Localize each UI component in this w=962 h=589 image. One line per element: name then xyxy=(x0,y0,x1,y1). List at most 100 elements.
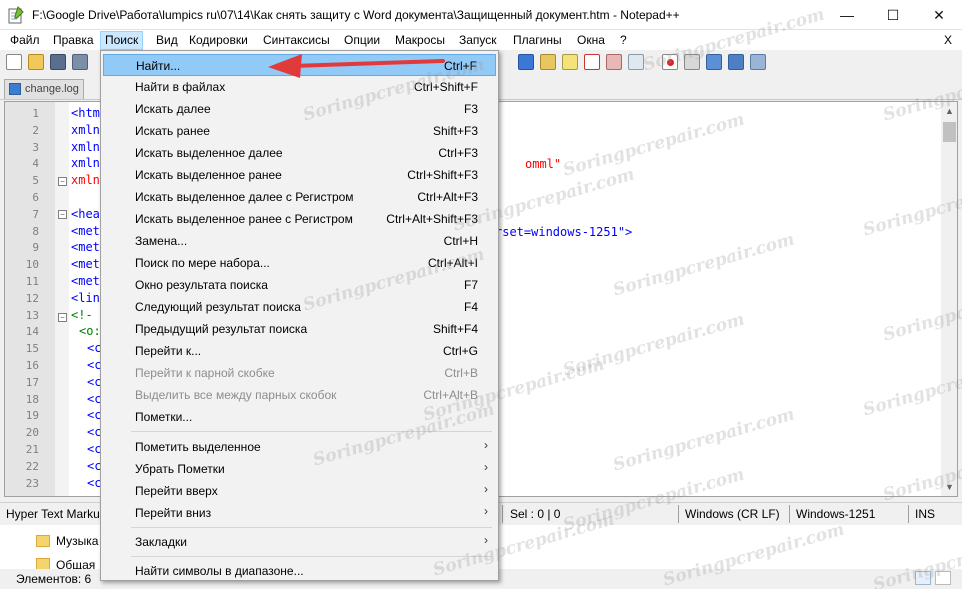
menu-item-label: Замена... xyxy=(135,234,188,248)
menu-run[interactable]: Запуск xyxy=(455,32,501,50)
menu-item-label: Перейти вниз xyxy=(135,506,212,520)
submenu-item-2[interactable]: Перейти вверх › xyxy=(103,480,496,502)
save-macro-icon[interactable] xyxy=(750,54,766,70)
fold-toggle-icon[interactable]: − xyxy=(58,313,67,322)
menu-item-1[interactable]: Найти в файлах Ctrl+Shift+F xyxy=(103,76,496,98)
menu-item-shortcut: F7 xyxy=(463,278,478,292)
menu-item-shortcut: F4 xyxy=(463,300,478,314)
menu-encoding[interactable]: Кодировки xyxy=(185,32,252,50)
line-number: 11 xyxy=(25,275,39,288)
menu-macros[interactable]: Макросы xyxy=(391,32,449,50)
close-document-button[interactable]: X xyxy=(944,33,952,47)
submenu-item-3[interactable]: Перейти вниз › xyxy=(103,502,496,524)
line-number: 1 xyxy=(32,107,39,120)
menu-item-2[interactable]: Искать далее F3 xyxy=(103,98,496,120)
monitoring-eye-icon[interactable] xyxy=(628,54,644,70)
record-macro-icon[interactable] xyxy=(662,54,678,70)
menu-edit[interactable]: Правка xyxy=(49,32,98,50)
menu-plugins[interactable]: Плагины xyxy=(509,32,566,50)
menu-item-6[interactable]: Искать выделенное далее с Регистром Ctrl+… xyxy=(103,186,496,208)
menu-view[interactable]: Вид xyxy=(152,32,182,50)
submenu-arrow-icon: › xyxy=(484,533,488,547)
menu-item-15[interactable]: Выделить все между парных скобок Ctrl+Alt… xyxy=(103,384,496,406)
menu-item-find-chars[interactable]: Найти символы в диапазоне... xyxy=(103,560,496,582)
line-number: 22 xyxy=(25,459,39,473)
line-number: 12 xyxy=(25,291,39,305)
menu-item-12[interactable]: Предыдущий результат поиска Shift+F4 xyxy=(103,318,496,340)
vertical-scrollbar[interactable]: ▲ ▼ xyxy=(941,102,957,496)
show-all-chars-icon[interactable] xyxy=(540,54,556,70)
code-line: xmln xyxy=(71,173,100,188)
menu-separator xyxy=(131,527,492,528)
line-number: 13 xyxy=(25,308,39,322)
menu-item-label: Выделить все между парных скобок xyxy=(135,388,337,402)
minimize-button[interactable]: — xyxy=(824,0,870,30)
menu-item-16[interactable]: Пометки... xyxy=(103,406,496,428)
menu-item-14[interactable]: Перейти к парной скобке Ctrl+B xyxy=(103,362,496,384)
menu-item-3[interactable]: Искать ранее Shift+F3 xyxy=(103,120,496,142)
menu-item-shortcut: Ctrl+Alt+I xyxy=(427,256,478,270)
menu-options[interactable]: Опции xyxy=(340,32,384,50)
menu-item-11[interactable]: Следующий результат поиска F4 xyxy=(103,296,496,318)
menu-item-10[interactable]: Окно результата поиска F7 xyxy=(103,274,496,296)
submenu-item-0[interactable]: Пометить выделенное › xyxy=(103,436,496,458)
menu-help[interactable]: ? xyxy=(616,32,631,50)
open-file-icon[interactable] xyxy=(28,54,44,70)
play-macro-icon[interactable] xyxy=(706,54,722,70)
new-file-icon[interactable] xyxy=(6,54,22,70)
explorer-item-music[interactable]: Музыка xyxy=(56,534,98,548)
menu-item-5[interactable]: Искать выделенное ранее Ctrl+Shift+F3 xyxy=(103,164,496,186)
folder-workspace-icon[interactable] xyxy=(606,54,622,70)
fold-toggle-icon[interactable]: − xyxy=(58,177,67,186)
line-number: 18 xyxy=(25,392,39,406)
menu-item-9[interactable]: Поиск по мере набора... Ctrl+Alt+I xyxy=(103,252,496,274)
line-number: 2 xyxy=(32,123,39,137)
menu-search[interactable]: Поиск xyxy=(100,31,144,50)
close-button[interactable]: ✕ xyxy=(916,0,962,30)
menu-item-8[interactable]: Замена... Ctrl+H xyxy=(103,230,496,252)
menu-item-label: Следующий результат поиска xyxy=(135,300,301,314)
menu-windows[interactable]: Окна xyxy=(573,32,609,50)
word-wrap-icon[interactable] xyxy=(518,54,534,70)
menu-item-label: Убрать Пометки xyxy=(135,462,225,476)
menu-item-label: Окно результата поиска xyxy=(135,278,268,292)
code-line: <lin xyxy=(71,290,100,305)
function-list-icon[interactable] xyxy=(584,54,600,70)
save-all-icon[interactable] xyxy=(72,54,88,70)
menu-item-0[interactable]: Найти... Ctrl+F xyxy=(103,54,496,76)
tab-label: change.log xyxy=(25,83,79,95)
menu-item-label: Найти в файлах xyxy=(135,80,226,94)
save-icon[interactable] xyxy=(50,54,66,70)
code-fragment: omml" xyxy=(525,157,562,171)
scroll-down-icon[interactable]: ▼ xyxy=(945,482,954,492)
menu-item-label: Искать далее xyxy=(135,102,211,116)
tab-change-log[interactable]: change.log xyxy=(4,79,84,99)
menu-item-shortcut: Ctrl+F xyxy=(444,59,477,73)
menu-item-7[interactable]: Искать выделенное ранее с Регистром Ctrl+… xyxy=(103,208,496,230)
code-line: <hea xyxy=(71,206,100,221)
submenu-item-1[interactable]: Убрать Пометки › xyxy=(103,458,496,480)
scroll-up-icon[interactable]: ▲ xyxy=(945,106,954,116)
line-number: 4 xyxy=(32,157,39,171)
play-multiple-macro-icon[interactable] xyxy=(728,54,744,70)
maximize-button[interactable]: ☐ xyxy=(870,0,916,30)
menu-item-label: Перейти к парной скобке xyxy=(135,366,275,380)
indent-guide-icon[interactable] xyxy=(562,54,578,70)
code-line: <met xyxy=(71,257,100,272)
menu-item-label: Предыдущий результат поиска xyxy=(135,322,308,336)
menu-item-shortcut: Shift+F4 xyxy=(432,322,478,336)
code-line: <met xyxy=(71,274,100,288)
title-bar: F:\Google Drive\Работа\lumpics ru\07\14\… xyxy=(0,0,962,30)
scrollbar-thumb[interactable] xyxy=(943,122,956,142)
menu-item-4[interactable]: Искать выделенное далее Ctrl+F3 xyxy=(103,142,496,164)
menu-syntax[interactable]: Синтаксисы xyxy=(259,32,334,50)
details-view-icon[interactable] xyxy=(915,571,931,585)
menu-file[interactable]: Файл xyxy=(6,32,44,50)
fold-toggle-icon[interactable]: − xyxy=(58,210,67,219)
tiles-view-icon[interactable] xyxy=(935,571,951,585)
stop-macro-icon[interactable] xyxy=(684,54,700,70)
menu-item-shortcut: Ctrl+B xyxy=(444,366,478,380)
submenu-bookmarks[interactable]: Закладки › xyxy=(103,531,496,553)
line-number: 16 xyxy=(25,359,39,372)
menu-item-13[interactable]: Перейти к... Ctrl+G xyxy=(103,340,496,362)
